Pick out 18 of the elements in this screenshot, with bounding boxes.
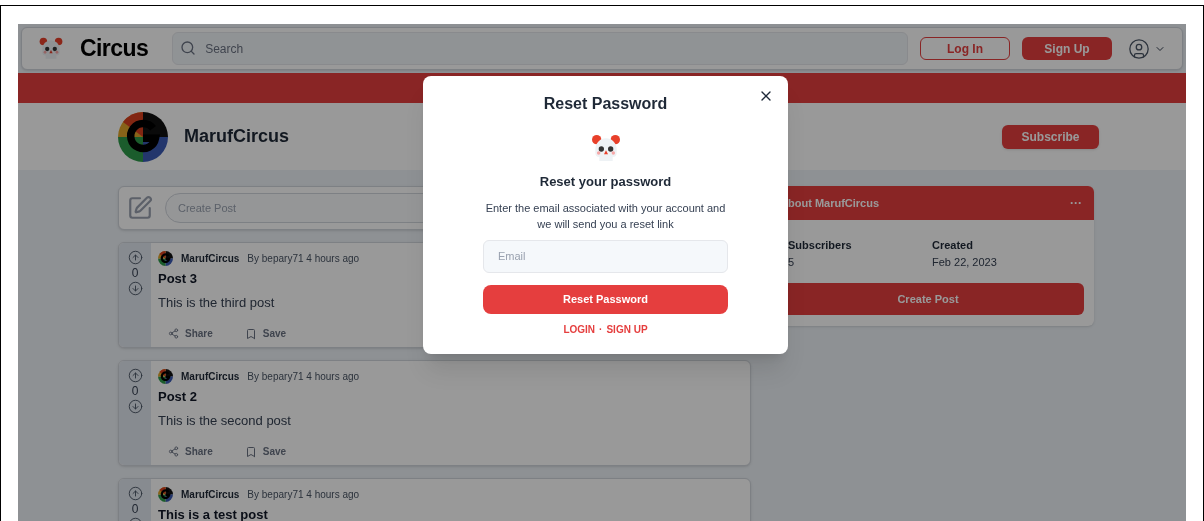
community-name: MarufCircus — [184, 125, 290, 148]
post-body: This is the second post — [158, 411, 291, 430]
post-meta: By bepary71 4 hours ago — [247, 251, 360, 266]
dialog-title: Reset Password — [543, 94, 668, 114]
stat-value: Feb 22, 2023 — [932, 254, 998, 270]
dialog-heading: Reset your password — [539, 173, 672, 191]
stat-value: 5 — [788, 254, 796, 270]
stat-label: Subscribers — [788, 238, 853, 253]
vote-count: 0 — [131, 502, 139, 516]
dialog-text: Enter the email associated with your account and we will send you a reset link — [485, 200, 726, 232]
stat-label: Created — [932, 238, 974, 253]
post-body: This is the third post — [158, 293, 275, 312]
about-title: bout MarufCircus — [788, 195, 881, 211]
link-separator: · — [599, 322, 603, 337]
post-meta: By bepary71 4 hours ago — [247, 487, 360, 502]
post-meta: By bepary71 4 hours ago — [247, 369, 360, 384]
vote-count: 0 — [131, 266, 139, 280]
vote-count: 0 — [131, 384, 139, 398]
